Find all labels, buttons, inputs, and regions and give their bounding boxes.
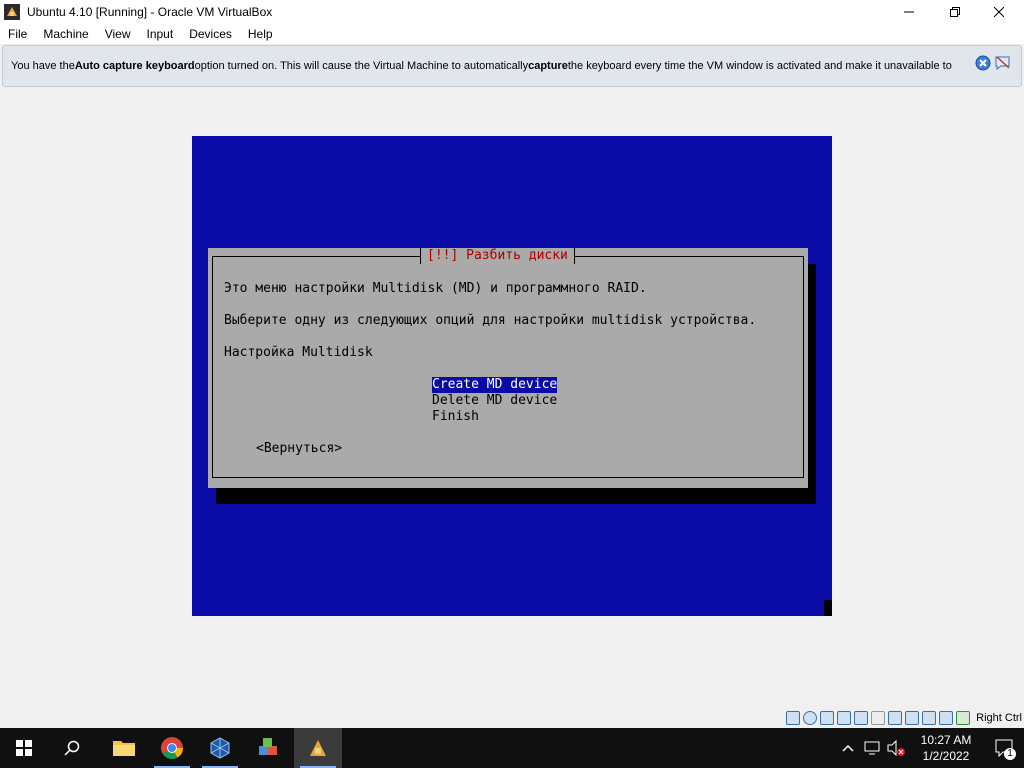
partition-dialog: [!!] Разбить диски Это меню настройки Mu…	[208, 248, 808, 488]
volume-muted-icon[interactable]	[884, 728, 908, 768]
keyboard-capture-icon[interactable]	[956, 711, 971, 725]
host-key-label: Right Ctrl	[976, 712, 1022, 724]
virtualbox-vm-icon	[4, 4, 20, 20]
taskbar-app[interactable]	[244, 728, 292, 768]
windows-logo-icon	[16, 740, 32, 756]
menu-input[interactable]: Input	[139, 27, 182, 41]
notice-bold-1: Auto capture keyboard	[74, 60, 195, 72]
text-cursor	[824, 600, 832, 616]
start-button[interactable]	[0, 728, 48, 768]
notice-text-3: the keyboard every time the VM window is…	[567, 60, 952, 72]
menu-file[interactable]: File	[0, 27, 35, 41]
network-icon[interactable]	[837, 711, 852, 725]
close-icon	[994, 7, 1004, 17]
virtualbox-icon	[210, 737, 230, 759]
cpu-icon[interactable]	[922, 711, 937, 725]
restore-icon	[950, 7, 960, 17]
notice-bold-2: capture	[528, 60, 568, 72]
vm-window-icon	[310, 740, 326, 756]
network-status-icon[interactable]	[860, 728, 884, 768]
vm-status-bar: Right Ctrl	[786, 708, 1024, 728]
hard-disk-icon[interactable]	[786, 711, 801, 725]
notice-text-1: You have the	[11, 60, 75, 72]
menu-machine[interactable]: Machine	[35, 27, 96, 41]
window-titlebar: Ubuntu 4.10 [Running] - Oracle VM Virtua…	[0, 0, 1024, 24]
notification-center-button[interactable]: 1	[984, 728, 1024, 768]
dialog-instruction: Выберите одну из следующих опций для нас…	[224, 313, 757, 328]
app-blocks-icon	[259, 738, 277, 755]
option-delete-md-device[interactable]: Delete MD device	[432, 393, 557, 409]
optical-drive-icon[interactable]	[803, 711, 818, 725]
back-button[interactable]: <Вернуться>	[256, 441, 342, 457]
system-tray: 10:27 AM 1/2/2022 1	[836, 728, 1024, 768]
notice-text-2: option turned on. This will cause the Vi…	[194, 60, 529, 72]
notification-count-badge: 1	[1004, 748, 1016, 760]
taskbar-file-explorer[interactable]	[100, 728, 148, 768]
chrome-icon	[161, 737, 183, 759]
window-title: Ubuntu 4.10 [Running] - Oracle VM Virtua…	[27, 5, 273, 19]
notice-do-not-show-icon[interactable]	[994, 55, 1012, 71]
video-capture-icon[interactable]	[905, 711, 920, 725]
option-create-md-device[interactable]: Create MD device	[432, 377, 558, 393]
taskbar-vm-window[interactable]	[294, 728, 342, 768]
display-icon[interactable]	[888, 711, 903, 725]
clock-date: 1/2/2022	[922, 749, 970, 763]
dialog-prompt: Настройка Multidisk	[224, 345, 373, 360]
notice-close-icon[interactable]	[975, 55, 991, 71]
dialog-description: Это меню настройки Multidisk (MD) и прог…	[224, 281, 647, 296]
taskbar-virtualbox-manager[interactable]	[196, 728, 244, 768]
minimize-icon	[904, 11, 914, 13]
folder-icon	[113, 741, 135, 756]
menu-view[interactable]: View	[97, 27, 139, 41]
clock-time: 10:27 AM	[920, 733, 972, 747]
maximize-button[interactable]	[932, 0, 978, 24]
auto-capture-notice: You have the Auto capture keyboard optio…	[2, 45, 1022, 87]
audio-icon[interactable]	[820, 711, 835, 725]
taskbar-chrome[interactable]	[148, 728, 196, 768]
chevron-up-icon[interactable]	[836, 728, 860, 768]
menu-bar: File Machine View Input Devices Help	[0, 24, 1024, 44]
search-icon	[64, 740, 80, 756]
usb-icon[interactable]	[854, 711, 869, 725]
menu-devices[interactable]: Devices	[181, 27, 240, 41]
search-button[interactable]	[48, 728, 96, 768]
close-button[interactable]	[976, 0, 1022, 24]
notice-buttons	[975, 55, 1012, 71]
shared-folders-icon[interactable]	[871, 711, 886, 725]
mouse-integration-icon[interactable]	[939, 711, 954, 725]
windows-taskbar: 10:27 AM 1/2/2022 1	[0, 728, 1024, 768]
taskbar-clock[interactable]: 10:27 AM 1/2/2022	[908, 732, 984, 764]
option-finish[interactable]: Finish	[432, 409, 479, 425]
minimize-button[interactable]	[886, 0, 932, 24]
dialog-title: [!!] Разбить диски	[420, 248, 575, 264]
menu-help[interactable]: Help	[240, 27, 281, 41]
